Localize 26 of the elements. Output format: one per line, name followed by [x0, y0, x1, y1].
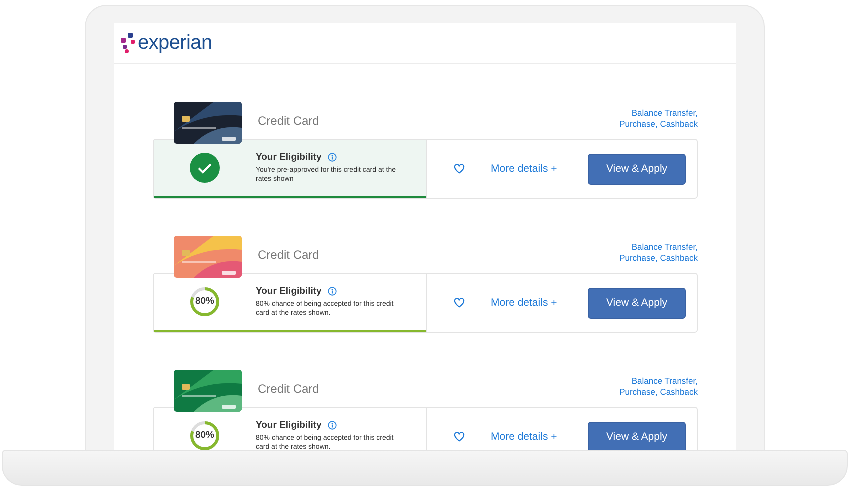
- eligibility-heading: Your Eligibility: [256, 420, 322, 431]
- info-icon[interactable]: [328, 287, 337, 296]
- card-title: Credit Card: [258, 382, 320, 396]
- card-title: Credit Card: [258, 114, 320, 128]
- card-title: Credit Card: [258, 248, 320, 262]
- check-icon: [190, 153, 220, 183]
- more-details-link[interactable]: More details +: [491, 431, 558, 443]
- heart-icon[interactable]: [454, 432, 465, 442]
- more-details-link[interactable]: More details +: [491, 297, 558, 309]
- card-tags-link[interactable]: Balance Transfer, Purchase, Cashback: [608, 376, 698, 398]
- logo-icon: [121, 32, 137, 54]
- info-icon[interactable]: [328, 421, 337, 430]
- card-tags-link[interactable]: Balance Transfer, Purchase, Cashback: [608, 108, 698, 130]
- card-tags-link[interactable]: Balance Transfer, Purchase, Cashback: [608, 242, 698, 264]
- eligibility-heading: Your Eligibility: [256, 286, 322, 297]
- heart-icon[interactable]: [454, 164, 465, 174]
- logo-text: experian: [138, 32, 212, 54]
- view-apply-button[interactable]: View & Apply: [588, 422, 686, 450]
- percent-label: 80%: [196, 297, 214, 307]
- percent-label: 80%: [196, 431, 214, 441]
- view-apply-button[interactable]: View & Apply: [588, 154, 686, 184]
- info-icon[interactable]: [328, 153, 337, 162]
- more-details-link[interactable]: More details +: [491, 163, 558, 175]
- view-apply-button[interactable]: View & Apply: [588, 288, 686, 318]
- heart-icon[interactable]: [454, 298, 465, 308]
- eligibility-heading: Your Eligibility: [256, 152, 322, 163]
